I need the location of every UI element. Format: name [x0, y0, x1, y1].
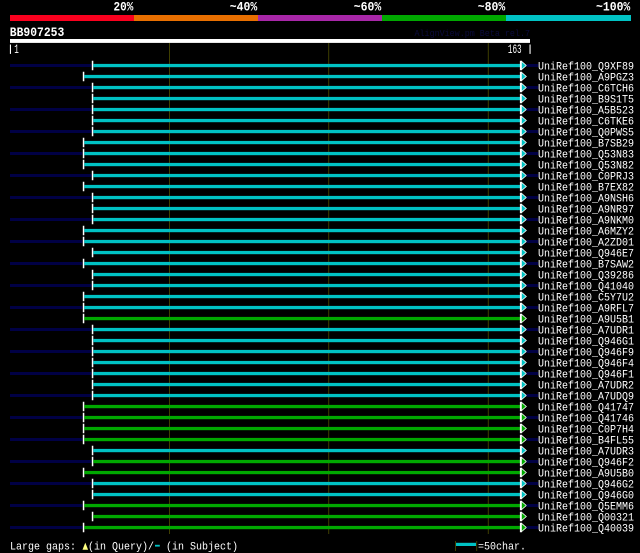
- svg-text:~40%: ~40%: [230, 1, 258, 15]
- svg-text:(in Subject): (in Subject): [166, 541, 238, 553]
- svg-text:Large gaps:: Large gaps:: [10, 541, 76, 553]
- svg-text:(in Query)/: (in Query)/: [88, 541, 154, 553]
- svg-text:BB907253: BB907253: [10, 25, 65, 40]
- svg-text:~100%: ~100%: [596, 1, 631, 15]
- svg-text:163: 163: [508, 43, 522, 57]
- svg-text:20%: 20%: [114, 1, 134, 15]
- svg-text:~80%: ~80%: [478, 1, 506, 15]
- svg-text:UniRef100_Q40039: UniRef100_Q40039: [538, 523, 634, 535]
- svg-text:~60%: ~60%: [354, 1, 382, 15]
- svg-text:1: 1: [14, 43, 19, 57]
- svg-text:AlignView.pm Beta rel.7: AlignView.pm Beta rel.7: [415, 28, 531, 39]
- svg-text:=50char.: =50char.: [478, 541, 526, 553]
